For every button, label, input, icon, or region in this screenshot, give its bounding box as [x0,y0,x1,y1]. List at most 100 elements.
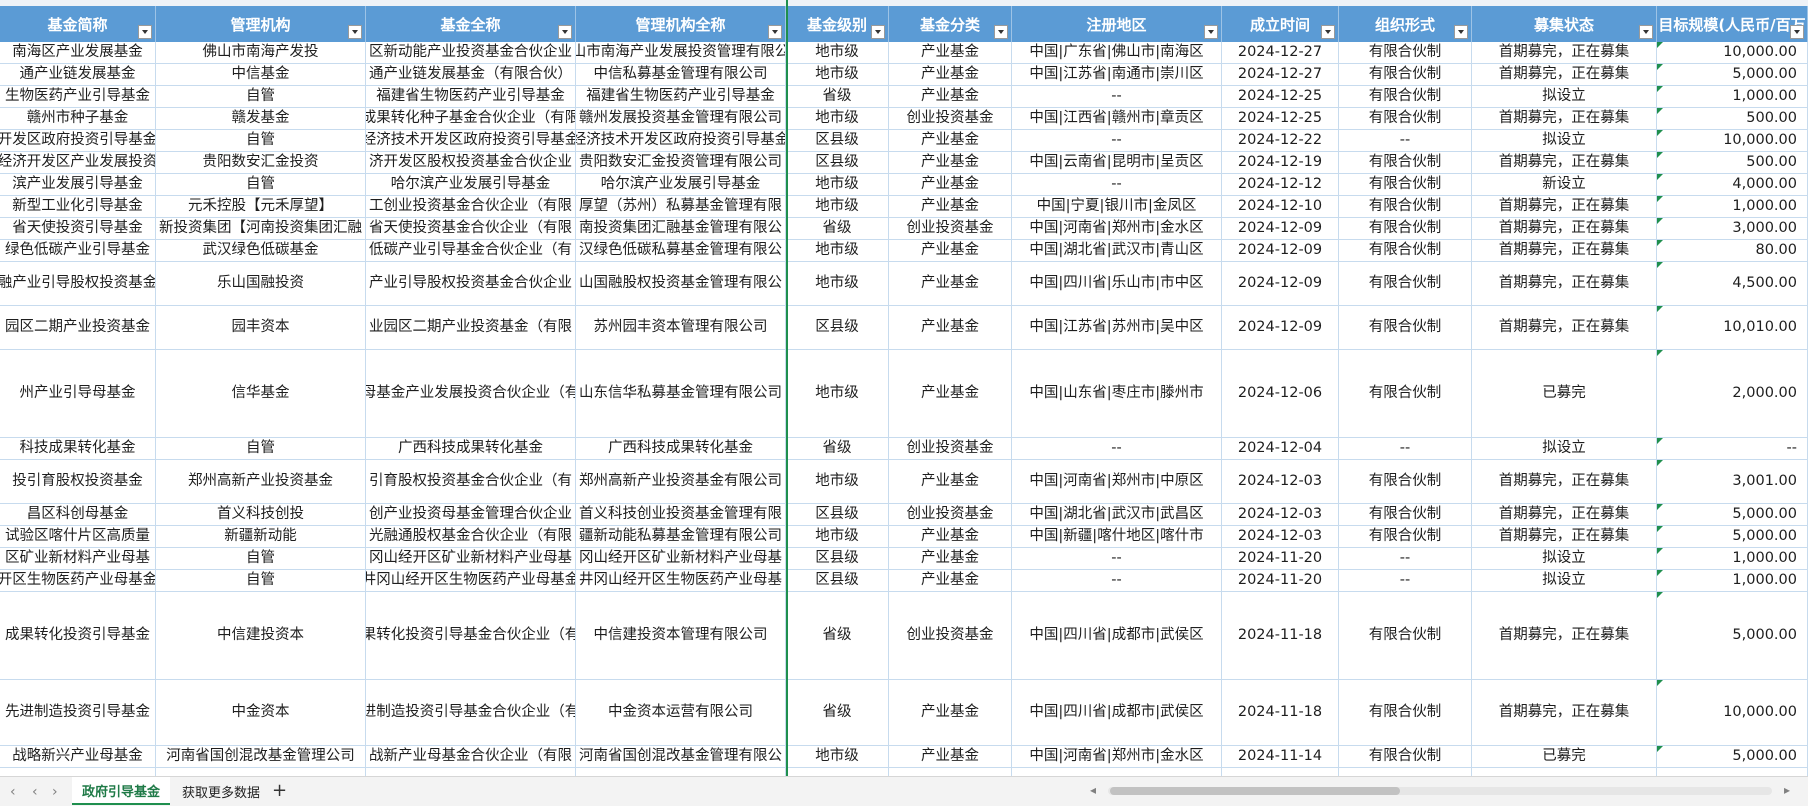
table-cell[interactable]: 有限合伙制 [1339,350,1472,438]
filter-dropdown-icon[interactable] [1204,25,1218,39]
table-cell[interactable]: 区矿业新材料产业母基 [0,548,156,570]
column-header[interactable]: 目标规模(人民币/百万 [1657,6,1808,42]
table-cell[interactable]: 2024-12-19 [1222,152,1339,174]
filter-dropdown-icon[interactable] [1321,25,1335,39]
table-cell[interactable]: 首期募完，正在募集 [1472,42,1657,64]
column-header[interactable]: 基金全称 [366,6,576,42]
table-cell[interactable]: -- [1012,86,1222,108]
table-cell[interactable] [786,768,889,776]
table-cell[interactable]: 有限合伙制 [1339,174,1472,196]
table-cell[interactable]: 1,000.00 [1657,196,1808,218]
table-cell[interactable]: 中国|江苏省|苏州市|吴中区 [1012,306,1222,350]
table-cell[interactable]: 中国|四川省|乐山市|市中区 [1012,262,1222,306]
table-cell[interactable]: 首期募完，正在募集 [1472,592,1657,680]
table-cell[interactable]: 中金资本运营有限公司 [576,680,786,746]
table-cell[interactable]: 经济技术开发区政府投资引导基金 [576,130,786,152]
next-sheet-icon[interactable]: › [52,784,58,800]
column-header[interactable]: 募集状态 [1472,6,1657,42]
table-cell[interactable]: -- [1012,438,1222,460]
table-cell[interactable]: 信华基金 [156,350,366,438]
table-cell[interactable]: 创业投资基金 [889,218,1012,240]
table-cell[interactable]: 中信私募基金管理有限公司 [576,64,786,86]
table-cell[interactable]: 山国融股权投资基金管理有限公 [576,262,786,306]
table-cell[interactable]: 2,000.00 [1657,350,1808,438]
table-cell[interactable]: 产业基金 [889,64,1012,86]
filter-dropdown-icon[interactable] [558,25,572,39]
sheet-tab-government-guide-fund[interactable]: 政府引导基金 [72,777,171,805]
table-cell[interactable]: 工创业投资基金合伙企业（有限 [366,196,576,218]
table-cell[interactable] [0,768,156,776]
table-cell[interactable]: 2024-12-06 [1222,350,1339,438]
table-cell[interactable]: 自管 [156,570,366,592]
table-cell[interactable]: 园区二期产业投资基金 [0,306,156,350]
table-cell[interactable]: 有限合伙制 [1339,108,1472,130]
table-cell[interactable]: 科技成果转化基金 [0,438,156,460]
table-cell[interactable]: 中国|广东省|佛山市|南海区 [1012,42,1222,64]
table-cell[interactable]: 有限合伙制 [1339,42,1472,64]
table-cell[interactable]: 有限合伙制 [1339,64,1472,86]
table-cell[interactable]: 州产业引导母基金 [0,350,156,438]
table-cell[interactable]: 进制造投资引导基金合伙企业（有 [366,680,576,746]
scroll-right-icon[interactable]: ▸ [1784,783,1790,797]
table-cell[interactable]: 山东信华私募基金管理有限公司 [576,350,786,438]
table-cell[interactable]: 中国|江西省|赣州市|章贡区 [1012,108,1222,130]
table-cell[interactable]: 开区生物医药产业母基金 [0,570,156,592]
table-cell[interactable]: 2024-12-25 [1222,86,1339,108]
table-cell[interactable]: 500.00 [1657,152,1808,174]
table-cell[interactable]: 中国|新疆|喀什地区|喀什市 [1012,526,1222,548]
table-cell[interactable]: 昌区科创母基金 [0,504,156,526]
column-header[interactable]: 基金简称 [0,6,156,42]
table-cell[interactable]: 省天使投资引导基金 [0,218,156,240]
table-cell[interactable] [1339,768,1472,776]
table-cell[interactable]: 首期募完，正在募集 [1472,218,1657,240]
filter-dropdown-icon[interactable] [138,25,152,39]
table-cell[interactable]: 已募完 [1472,746,1657,768]
table-cell[interactable]: 福建省生物医药产业引导基金 [366,86,576,108]
table-cell[interactable]: 地市级 [786,108,889,130]
table-cell[interactable]: 首期募完，正在募集 [1472,108,1657,130]
table-cell[interactable]: 2024-12-09 [1222,218,1339,240]
table-cell[interactable]: 2024-11-20 [1222,570,1339,592]
table-cell[interactable]: 省级 [786,592,889,680]
table-cell[interactable]: 首义科技创业投资基金管理有限 [576,504,786,526]
table-cell[interactable]: 中国|湖北省|武汉市|青山区 [1012,240,1222,262]
table-cell[interactable]: 有限合伙制 [1339,152,1472,174]
table-cell[interactable]: 有限合伙制 [1339,680,1472,746]
table-cell[interactable]: 拟设立 [1472,86,1657,108]
table-cell[interactable]: 10,000.00 [1657,42,1808,64]
table-cell[interactable]: 产业基金 [889,196,1012,218]
table-cell[interactable]: 引育股权投资基金合伙企业（有 [366,460,576,504]
table-cell[interactable]: 区县级 [786,570,889,592]
table-cell[interactable]: 福建省生物医药产业引导基金 [576,86,786,108]
table-cell[interactable]: 中国|河南省|郑州市|金水区 [1012,218,1222,240]
table-cell[interactable]: 郑州高新产业投资基金有限公司 [576,460,786,504]
table-cell[interactable]: 自管 [156,548,366,570]
table-cell[interactable]: -- [1012,548,1222,570]
table-cell[interactable]: 2024-12-09 [1222,306,1339,350]
table-cell[interactable]: 自管 [156,438,366,460]
table-cell[interactable]: 试验区喀什片区高质量 [0,526,156,548]
table-cell[interactable]: 地市级 [786,746,889,768]
first-sheet-icon[interactable]: ‹ [10,784,16,800]
table-cell[interactable]: 首期募完，正在募集 [1472,196,1657,218]
table-cell[interactable]: 首期募完，正在募集 [1472,306,1657,350]
table-cell[interactable]: 产业基金 [889,152,1012,174]
table-cell[interactable]: 2024-11-18 [1222,592,1339,680]
table-cell[interactable]: 省级 [786,86,889,108]
table-cell[interactable]: 5,000.00 [1657,64,1808,86]
table-cell[interactable]: 贵阳数安汇金投资管理有限公司 [576,152,786,174]
table-cell[interactable]: 中国|四川省|成都市|武侯区 [1012,680,1222,746]
table-cell[interactable]: 2024-11-18 [1222,680,1339,746]
filter-dropdown-icon[interactable] [871,25,885,39]
table-cell[interactable]: 创业投资基金 [889,438,1012,460]
table-cell[interactable]: 5,000.00 [1657,526,1808,548]
sheet-tab-more-data[interactable]: 获取更多数据 [172,777,270,805]
table-cell[interactable]: 有限合伙制 [1339,262,1472,306]
table-cell[interactable]: 2024-12-03 [1222,460,1339,504]
table-cell[interactable]: 创业投资基金 [889,504,1012,526]
table-cell[interactable]: -- [1012,174,1222,196]
table-cell[interactable]: 省级 [786,438,889,460]
horizontal-scrollbar[interactable]: ◂ ▸ [1090,783,1790,797]
table-cell[interactable]: 80.00 [1657,240,1808,262]
table-cell[interactable]: -- [1339,130,1472,152]
